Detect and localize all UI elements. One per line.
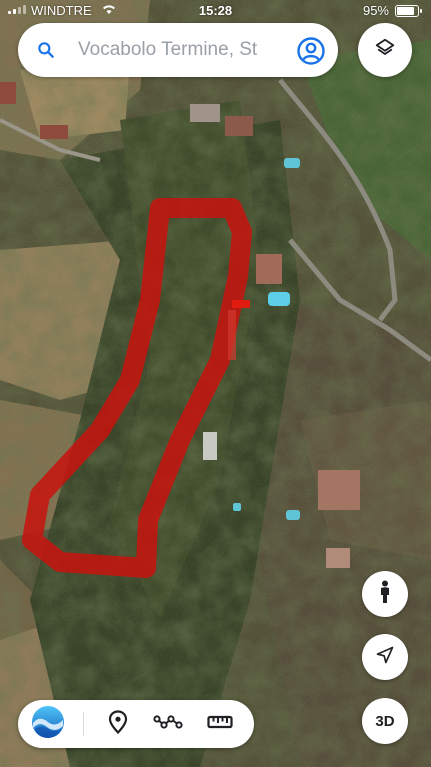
search-bar[interactable] (18, 23, 338, 77)
voyager-button[interactable] (26, 700, 70, 748)
toolbar-divider (83, 712, 84, 736)
draw-path-button[interactable] (146, 700, 190, 748)
battery-percent: 95% (362, 3, 389, 18)
layers-icon (374, 37, 396, 64)
navigation-arrow-icon (375, 645, 395, 670)
3d-toggle-button[interactable]: 3D (362, 698, 408, 744)
ruler-icon (207, 714, 233, 735)
earth-voyager-icon (30, 704, 66, 745)
battery-icon (395, 5, 422, 17)
path-draw-icon (153, 712, 183, 737)
street-view-button[interactable] (362, 571, 408, 617)
measure-button[interactable] (198, 700, 242, 748)
bottom-toolbar (18, 700, 254, 748)
search-icon[interactable] (36, 40, 56, 65)
layers-button[interactable] (358, 23, 412, 77)
account-circle-icon[interactable] (296, 36, 326, 71)
add-place-button[interactable] (96, 700, 140, 748)
status-bar: WINDTRE 15:28 95% (0, 0, 431, 22)
search-input[interactable] (78, 35, 300, 65)
place-pin-icon (108, 709, 128, 739)
my-location-button[interactable] (362, 634, 408, 680)
pegman-icon (377, 580, 393, 609)
